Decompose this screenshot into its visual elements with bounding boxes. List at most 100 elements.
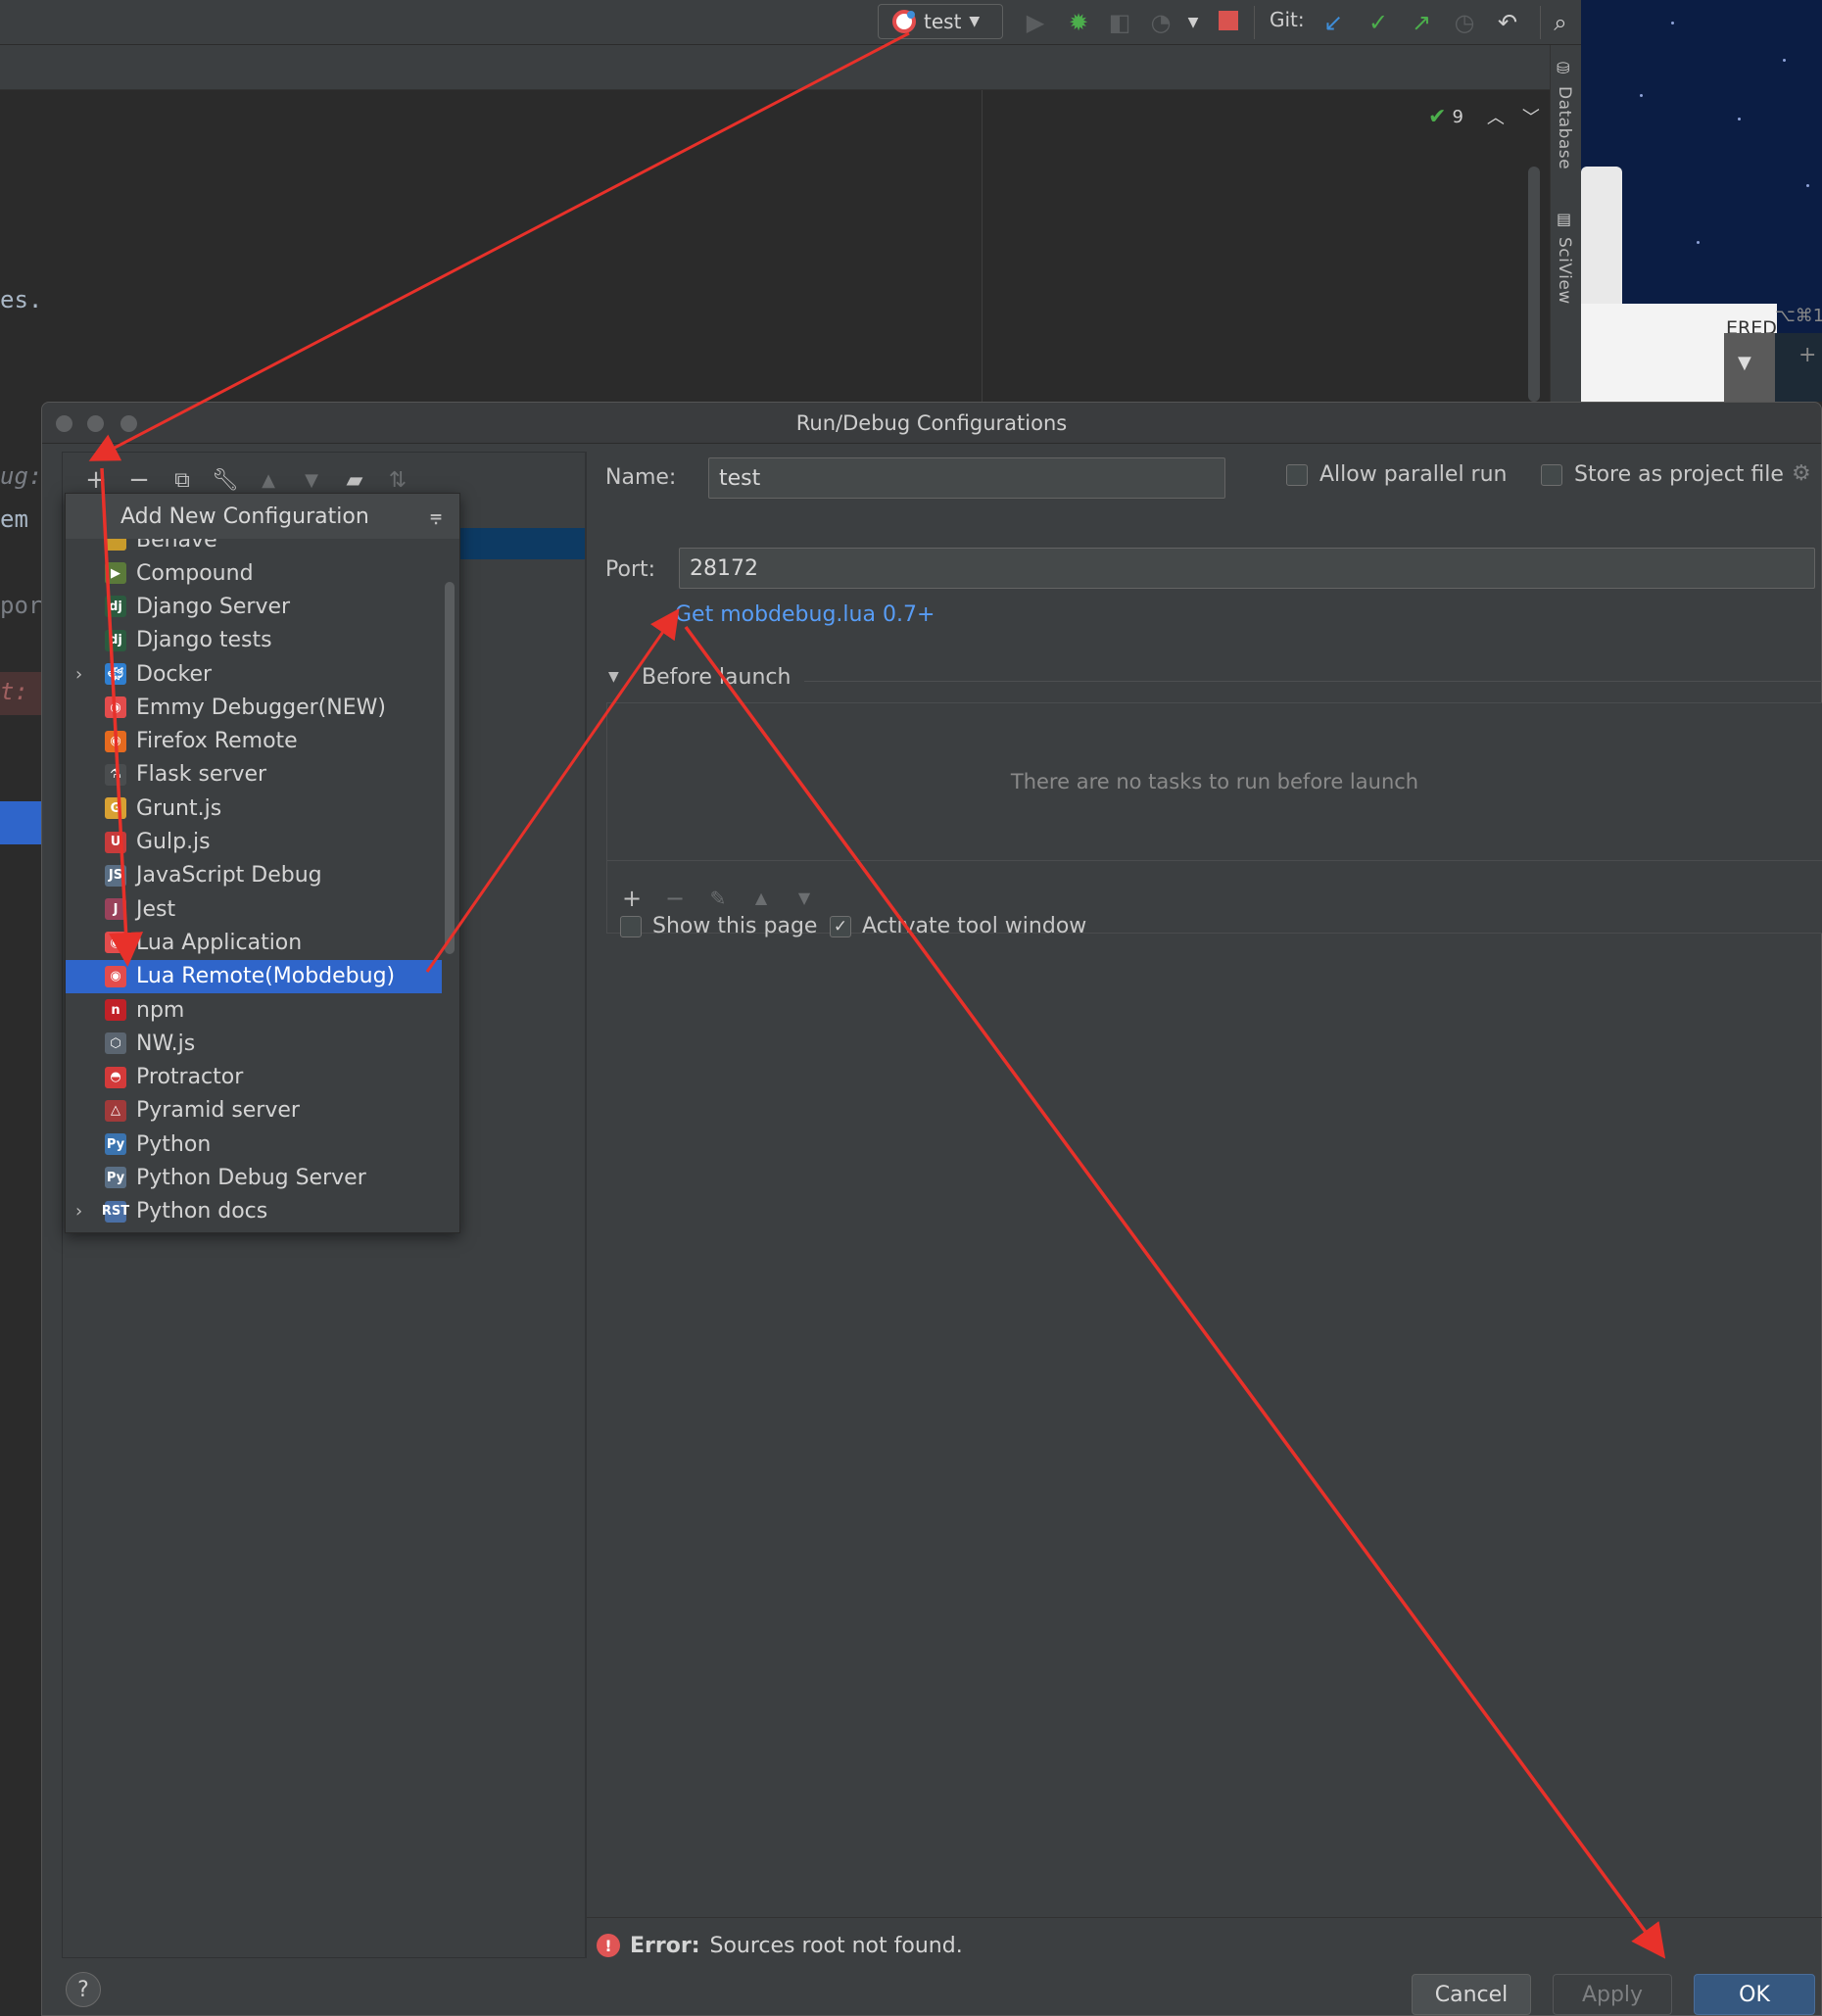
pane-splitter[interactable] bbox=[585, 452, 587, 1958]
list-item-partial[interactable]: Behave bbox=[66, 539, 442, 556]
list-item-label: Protractor bbox=[136, 1065, 244, 1090]
chevron-up-icon[interactable]: ︿ bbox=[1487, 104, 1505, 129]
rollback-icon[interactable]: ↶ bbox=[1493, 6, 1522, 39]
activate-tool-window-label: Activate tool window bbox=[862, 914, 1087, 938]
python-icon: Py bbox=[105, 1133, 126, 1156]
more-run-options-icon[interactable]: ▼ bbox=[1183, 6, 1203, 39]
selected-configuration-row[interactable] bbox=[457, 528, 585, 559]
list-item[interactable]: n npm bbox=[66, 993, 442, 1027]
list-item[interactable]: Py Python Debug Server bbox=[66, 1161, 442, 1194]
cancel-button[interactable]: Cancel bbox=[1412, 1974, 1531, 2015]
database-panel-tab[interactable]: Database bbox=[1555, 86, 1574, 169]
chevron-down-icon: ▼ bbox=[969, 14, 981, 29]
list-item[interactable]: ◉ Emmy Debugger(NEW) bbox=[66, 691, 442, 724]
search-icon[interactable]: ⌕ bbox=[1546, 6, 1575, 39]
new-folder-icon[interactable]: ▰ bbox=[340, 465, 369, 495]
run-configuration-selector[interactable]: test ▼ bbox=[878, 4, 1003, 39]
move-up-icon[interactable]: ▲ bbox=[254, 465, 283, 495]
code-editor[interactable]: es. ✔ 9 ︿ ﹀ bbox=[0, 90, 1550, 402]
run-config-name: test bbox=[924, 10, 962, 33]
editor-scrollbar[interactable] bbox=[1528, 167, 1540, 402]
git-push-icon[interactable]: ↗ bbox=[1407, 6, 1436, 39]
allow-parallel-run-label: Allow parallel run bbox=[1319, 462, 1508, 487]
docker-icon: 🐳︎ bbox=[105, 663, 126, 686]
name-input[interactable]: test bbox=[708, 457, 1225, 499]
activate-tool-window-checkbox[interactable]: ✓ bbox=[830, 916, 851, 937]
move-down-icon[interactable]: ▼ bbox=[297, 465, 326, 495]
store-as-project-file-checkbox[interactable] bbox=[1541, 464, 1562, 486]
apply-button[interactable]: Apply bbox=[1553, 1974, 1672, 2015]
jest-icon: J bbox=[105, 898, 126, 921]
git-history-icon[interactable]: ◷ bbox=[1450, 6, 1479, 39]
profile-icon[interactable]: ◔ bbox=[1146, 6, 1175, 39]
allow-parallel-run-checkbox[interactable] bbox=[1286, 464, 1308, 486]
list-item-label: Grunt.js bbox=[136, 795, 222, 821]
shortcut-label: ⌥⌘1 bbox=[1775, 306, 1822, 326]
edit-task-pencil-icon[interactable]: ✎ bbox=[705, 886, 731, 911]
expand-arrow-icon[interactable]: › bbox=[75, 1195, 82, 1228]
code-fragment: es. bbox=[0, 286, 43, 313]
port-input[interactable]: 28172 bbox=[679, 548, 1815, 589]
list-item[interactable]: ⚗ Flask server bbox=[66, 758, 442, 792]
chevron-down-icon[interactable]: ﹀ bbox=[1522, 104, 1540, 129]
collapse-triangle-icon[interactable]: ▼ bbox=[608, 669, 619, 685]
inspection-check-icon: ✔ bbox=[1428, 104, 1447, 129]
list-item[interactable]: dj Django tests bbox=[66, 624, 442, 657]
editor-selection-line bbox=[0, 801, 41, 844]
ok-button[interactable]: OK bbox=[1694, 1974, 1815, 2015]
show-this-page-checkbox[interactable] bbox=[620, 916, 642, 937]
list-item[interactable]: ◉ Firefox Remote bbox=[66, 724, 442, 757]
add-configuration-button[interactable]: + bbox=[81, 465, 111, 495]
list-item-label: Docker bbox=[136, 661, 213, 687]
debug-icon[interactable]: ✹ bbox=[1064, 6, 1093, 39]
list-item[interactable]: › RST Python docs bbox=[66, 1195, 442, 1228]
move-task-down-icon[interactable]: ▼ bbox=[791, 886, 817, 911]
git-update-icon[interactable]: ↙ bbox=[1319, 6, 1348, 39]
list-item[interactable]: JS JavaScript Debug bbox=[66, 859, 442, 892]
get-mobdebug-link[interactable]: Get mobdebug.lua 0.7+ bbox=[675, 602, 935, 627]
list-item-selected[interactable]: ◉ Lua Remote(Mobdebug) bbox=[66, 959, 442, 993]
copy-configuration-icon[interactable]: ⧉ bbox=[168, 465, 197, 495]
stop-icon[interactable] bbox=[1219, 11, 1238, 30]
editor-tab-bar bbox=[0, 45, 1550, 90]
checkmark-icon: ✓ bbox=[833, 917, 848, 936]
run-with-coverage-icon[interactable]: ◧ bbox=[1105, 6, 1134, 39]
section-divider bbox=[804, 681, 1822, 682]
list-item[interactable]: ⬡ NW.js bbox=[66, 1027, 442, 1060]
store-as-project-file-label: Store as project file bbox=[1574, 462, 1784, 487]
edit-defaults-wrench-icon[interactable]: 🔧︎ bbox=[211, 465, 240, 495]
add-task-button[interactable]: + bbox=[619, 885, 645, 912]
list-item[interactable]: Py Python bbox=[66, 1128, 442, 1161]
code-fragment: por bbox=[0, 592, 43, 619]
firefox-icon: ◉ bbox=[105, 730, 126, 752]
compound-icon: ▶ bbox=[105, 562, 126, 585]
list-item[interactable]: ◓ Protractor bbox=[66, 1060, 442, 1093]
remove-configuration-button[interactable]: − bbox=[124, 465, 154, 495]
list-item[interactable]: ▶ Compound bbox=[66, 556, 442, 590]
list-item[interactable]: G Grunt.js bbox=[66, 792, 442, 825]
sciview-panel-tab[interactable]: SciView bbox=[1555, 237, 1574, 305]
git-label: Git: bbox=[1270, 8, 1305, 31]
error-prefix: Error: bbox=[630, 1933, 700, 1958]
remove-task-button[interactable]: − bbox=[662, 885, 688, 912]
lua-icon: ◉ bbox=[105, 932, 126, 954]
list-item[interactable]: U Gulp.js bbox=[66, 825, 442, 858]
list-item[interactable]: › 🐳︎ Docker bbox=[66, 657, 442, 691]
list-item[interactable]: △ Pyramid server bbox=[66, 1094, 442, 1128]
sort-icon[interactable]: ⇅ bbox=[383, 465, 412, 495]
list-item[interactable]: dj Django Server bbox=[66, 590, 442, 623]
help-button[interactable]: ? bbox=[66, 1972, 101, 2007]
expand-arrow-icon[interactable]: › bbox=[75, 657, 82, 691]
inspection-widget[interactable]: ✔ 9 ︿ ﹀ bbox=[1428, 104, 1540, 129]
list-item[interactable]: ◉ Lua Application bbox=[66, 926, 442, 959]
git-commit-icon[interactable]: ✓ bbox=[1364, 6, 1393, 39]
error-message-row: ! Error: Sources root not found. bbox=[597, 1929, 963, 1962]
before-launch-label[interactable]: Before launch bbox=[642, 665, 791, 690]
popup-scrollbar-thumb[interactable] bbox=[445, 582, 455, 954]
collapse-all-icon[interactable]: ⩦ bbox=[422, 502, 450, 529]
run-icon[interactable]: ▶ bbox=[1021, 6, 1050, 39]
list-item[interactable]: J Jest bbox=[66, 892, 442, 926]
gear-icon[interactable]: ⚙ bbox=[1792, 461, 1811, 486]
list-item-label: Flask server bbox=[136, 762, 267, 788]
move-task-up-icon[interactable]: ▲ bbox=[748, 886, 774, 911]
